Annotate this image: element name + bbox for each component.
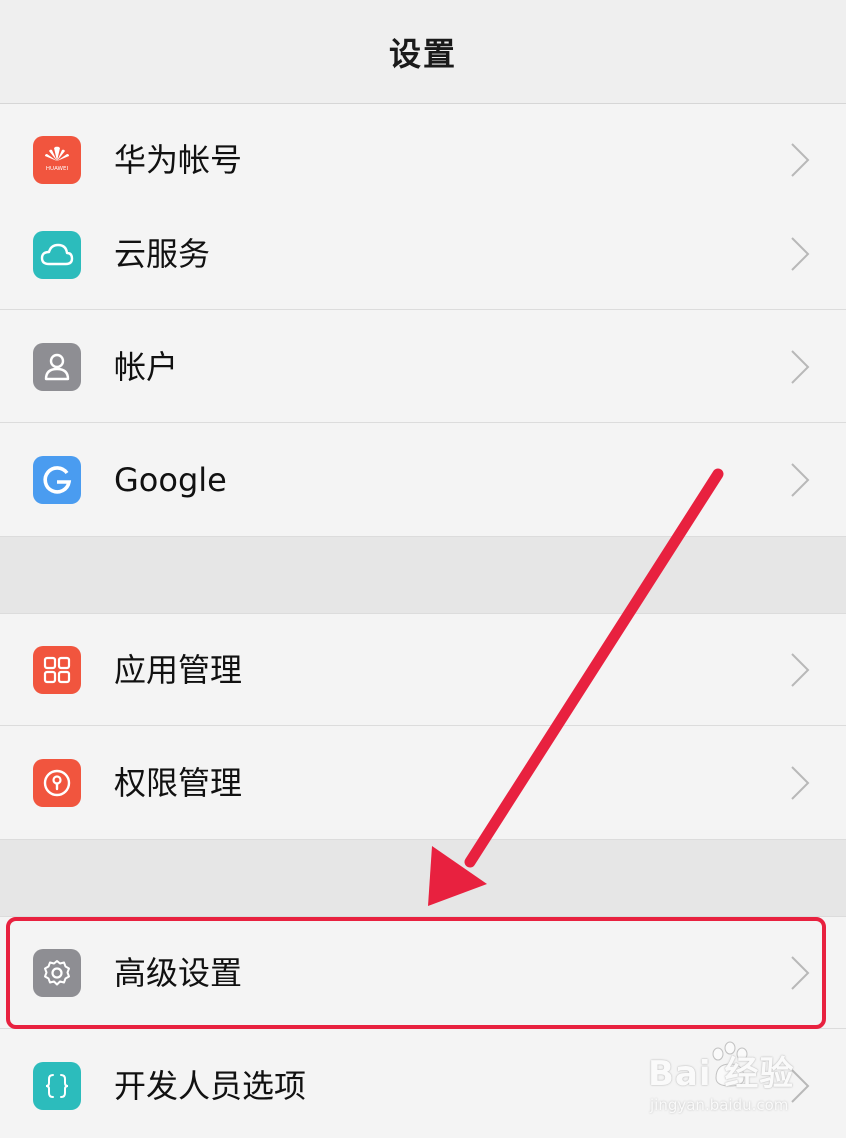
settings-item-permission-management[interactable]: 权限管理 [0,727,846,839]
title-bar: 设置 [0,0,846,104]
divider [0,1028,846,1029]
keyhole-icon [33,759,81,807]
settings-item-label: 开发人员选项 [114,1067,307,1105]
settings-item-app-management[interactable]: 应用管理 [0,614,846,726]
settings-item-label: 帐户 [114,348,179,386]
section-spacer [0,839,846,917]
settings-item-label: 高级设置 [114,954,243,992]
settings-item-accounts[interactable]: 帐户 [0,311,846,423]
settings-screen: 设置 HUAWEI 华为帐号 云服务 帐户 Google 应用管理 权限管理 高… [0,0,846,1138]
settings-item-cloud-service[interactable]: 云服务 [0,198,846,310]
chevron-right-icon [791,1069,810,1103]
settings-item-label: 权限管理 [114,764,243,802]
gear-icon [33,949,81,997]
cloud-icon [33,231,81,279]
settings-item-label: Google [114,461,227,499]
chevron-right-icon [791,350,810,384]
chevron-right-icon [791,143,810,177]
chevron-right-icon [791,237,810,271]
settings-item-google[interactable]: Google [0,424,846,536]
google-g-icon [33,456,81,504]
settings-item-label: 应用管理 [114,651,243,689]
settings-item-developer-options[interactable]: 开发人员选项 [0,1030,846,1138]
app-grid-icon [33,646,81,694]
divider [0,309,846,310]
chevron-right-icon [791,766,810,800]
settings-item-label: 云服务 [114,235,211,273]
chevron-right-icon [791,956,810,990]
page-title: 设置 [388,34,457,73]
settings-item-advanced-settings[interactable]: 高级设置 [0,917,846,1029]
user-icon [33,343,81,391]
divider [0,422,846,423]
braces-icon [33,1062,81,1110]
chevron-right-icon [791,463,810,497]
section-spacer [0,536,846,614]
huawei-logo-icon: HUAWEI [33,136,81,184]
divider [0,725,846,726]
chevron-right-icon [791,653,810,687]
svg-text:HUAWEI: HUAWEI [46,166,69,172]
